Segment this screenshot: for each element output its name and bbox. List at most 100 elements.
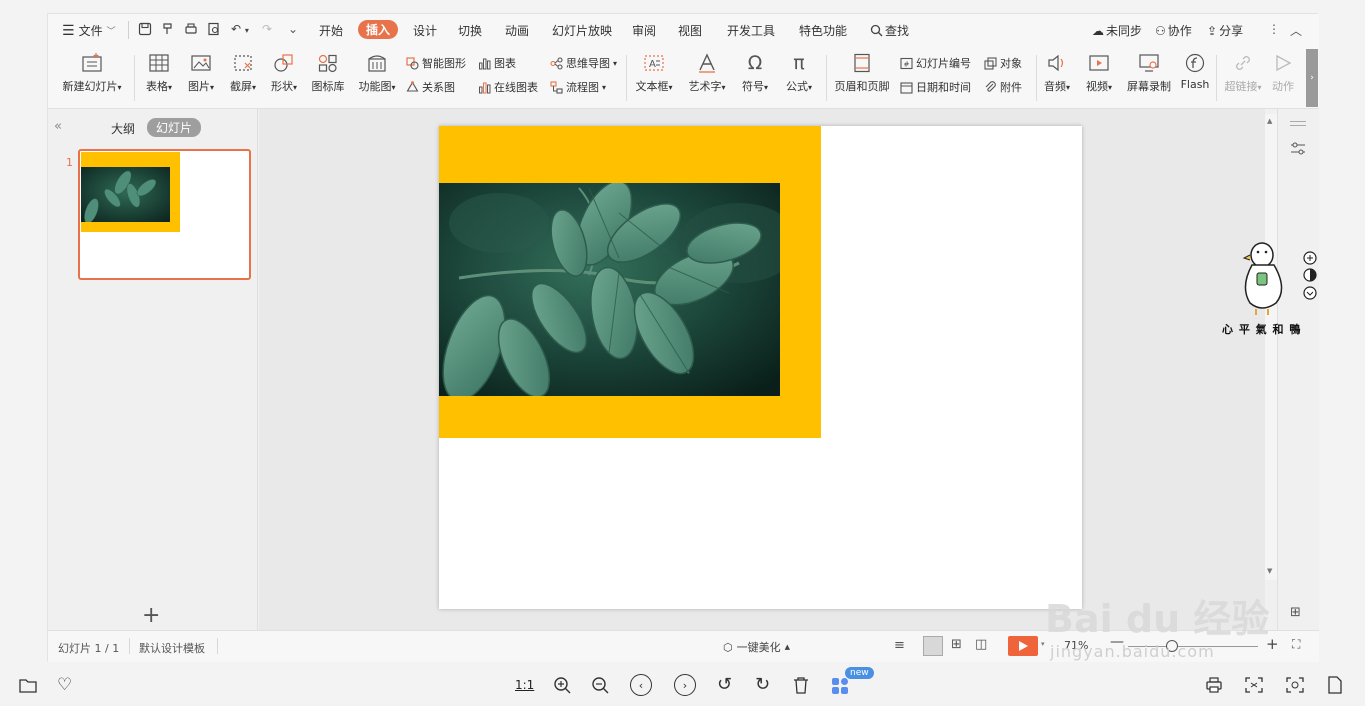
redo-icon[interactable]: ↷	[262, 22, 272, 36]
icon-library-button[interactable]: 图标库	[308, 53, 348, 94]
file-menu[interactable]: ☰ 文件 ﹀	[62, 22, 116, 39]
tab-review[interactable]: 审阅	[632, 22, 656, 39]
customize-toolbar-icon[interactable]: ⌄	[288, 22, 298, 36]
smart-shape-button[interactable]: 智能图形	[406, 55, 466, 71]
chart-button[interactable]: 图表	[478, 55, 516, 71]
relation-chart-button[interactable]: 关系图	[406, 79, 455, 95]
collapse-panel-icon[interactable]: «	[54, 119, 62, 134]
chevron-down-icon[interactable]: ▾	[1041, 640, 1045, 648]
sidebar-handle	[1290, 121, 1306, 122]
table-icon	[148, 53, 170, 73]
heart-icon[interactable]: ♡	[57, 675, 72, 695]
tab-slides[interactable]: 幻灯片	[147, 118, 202, 137]
header-footer-button[interactable]: 页眉和页脚	[832, 53, 892, 94]
new-slide-icon	[81, 53, 103, 73]
page-icon[interactable]	[1328, 676, 1342, 694]
print-icon[interactable]	[184, 22, 198, 36]
scroll-down-icon[interactable]: ▼	[1267, 567, 1272, 575]
function-chart-button[interactable]: 功能图▾	[354, 53, 400, 94]
slide-thumbnail[interactable]	[78, 149, 251, 280]
search-button[interactable]: 查找	[870, 22, 909, 39]
vertical-scrollbar[interactable]: ▲ ▼	[1265, 114, 1277, 580]
audio-button[interactable]: 音频▾	[1040, 53, 1074, 94]
tab-design[interactable]: 设计	[413, 22, 437, 39]
collapse-ribbon-icon[interactable]: ︿	[1290, 22, 1302, 39]
video-button[interactable]: 视频▾	[1082, 53, 1116, 94]
slide-number-button[interactable]: # 幻灯片编号	[900, 55, 971, 71]
beautify-button[interactable]: ⬡ 一键美化 ▲	[723, 639, 790, 655]
next-icon[interactable]: ›	[674, 674, 696, 696]
tab-special[interactable]: 特色功能	[799, 22, 847, 39]
tab-slideshow[interactable]: 幻灯片放映	[552, 22, 612, 39]
action-button[interactable]: 动作	[1269, 53, 1297, 94]
collaborate-button[interactable]: ⚇ 协作	[1155, 22, 1192, 39]
tab-developer[interactable]: 开发工具	[727, 22, 775, 39]
watermark-url: jingyan.baidu.com	[1050, 642, 1215, 661]
new-slide-button[interactable]: 新建幻灯片▾	[58, 53, 126, 94]
online-chart-button[interactable]: 在线图表	[478, 79, 538, 95]
leaf-photo[interactable]	[439, 183, 780, 396]
zoom-out-icon[interactable]	[591, 676, 609, 694]
flash-button[interactable]: Flash	[1178, 53, 1212, 91]
divider	[217, 638, 218, 654]
rotate-right-icon[interactable]: ↻	[755, 674, 770, 695]
play-slideshow-button[interactable]	[1008, 636, 1038, 656]
slide-canvas[interactable]	[439, 126, 1082, 609]
hyperlink-button[interactable]: 超链接▾	[1222, 53, 1264, 94]
tab-animation[interactable]: 动画	[505, 22, 529, 39]
tab-outline[interactable]: 大纲	[111, 120, 135, 137]
share-button[interactable]: ⇪ 分享	[1207, 22, 1243, 39]
flowchart-button[interactable]: 流程图 ▾	[550, 79, 606, 95]
symbol-button[interactable]: Ω 符号▾	[738, 53, 772, 94]
print-icon[interactable]	[1205, 677, 1223, 693]
template-name[interactable]: 默认设计模板	[139, 640, 205, 656]
reading-view-icon[interactable]: ◫	[975, 637, 987, 652]
picture-button[interactable]: 图片▾	[184, 53, 218, 94]
datetime-button[interactable]: 日期和时间	[900, 79, 971, 95]
apps-icon[interactable]	[831, 677, 849, 695]
divider	[134, 55, 135, 101]
notes-icon[interactable]: ≡	[894, 638, 905, 653]
delete-icon[interactable]	[793, 676, 809, 694]
slide-sorter-icon[interactable]: ⊞	[951, 637, 962, 652]
sync-status[interactable]: ☁ 未同步	[1092, 22, 1142, 39]
settings-sliders-icon[interactable]	[1290, 142, 1306, 156]
formula-button[interactable]: π 公式▾	[781, 53, 817, 94]
add-slide-button[interactable]: +	[142, 605, 160, 627]
textbox-button[interactable]: A 文本框▾	[632, 53, 676, 94]
format-painter-icon[interactable]	[161, 22, 175, 36]
previous-icon[interactable]: ‹	[630, 674, 652, 696]
save-icon[interactable]	[138, 22, 152, 36]
normal-view-icon[interactable]	[923, 636, 943, 656]
rotate-left-icon[interactable]: ↺	[717, 674, 732, 695]
attachment-button[interactable]: 附件	[984, 79, 1022, 95]
table-button[interactable]: 表格▾	[142, 53, 176, 94]
share-icon: ⇪	[1207, 23, 1218, 38]
search-icon	[870, 24, 883, 37]
mindmap-button[interactable]: 思维导图 ▾	[550, 55, 617, 71]
fullscreen-icon[interactable]	[1245, 677, 1263, 693]
more-icon[interactable]: ⋮	[1268, 22, 1280, 36]
scan-icon[interactable]	[1286, 677, 1304, 693]
wordart-button[interactable]: 艺术字▾	[684, 53, 730, 94]
zoom-in-icon[interactable]	[553, 676, 571, 694]
shape-button[interactable]: 形状▾	[267, 53, 301, 94]
textbox-icon: A	[643, 53, 665, 73]
tab-insert[interactable]: 插入	[358, 20, 399, 39]
mascot-caption: 心 平 氣 和 鴨	[1222, 323, 1302, 336]
actual-size-button[interactable]: 1:1	[515, 678, 534, 692]
folder-icon[interactable]	[19, 677, 37, 693]
print-preview-icon[interactable]	[207, 22, 221, 36]
tab-transition[interactable]: 切换	[458, 22, 482, 39]
undo-icon[interactable]: ↶ ▾	[231, 22, 249, 36]
screen-record-button[interactable]: 屏幕录制	[1124, 53, 1174, 94]
object-button[interactable]: 对象	[984, 55, 1022, 71]
fit-window-icon[interactable]: ⛶	[1292, 637, 1300, 652]
screenshot-button[interactable]: 截屏▾	[226, 53, 260, 94]
scroll-up-icon[interactable]: ▲	[1267, 117, 1272, 125]
ribbon-scroll-right[interactable]: ›	[1306, 49, 1318, 107]
grid-view-icon[interactable]: ⊞	[1290, 605, 1301, 620]
tab-view[interactable]: 视图	[678, 22, 702, 39]
speaker-icon	[1046, 53, 1068, 73]
tab-home[interactable]: 开始	[319, 22, 343, 39]
